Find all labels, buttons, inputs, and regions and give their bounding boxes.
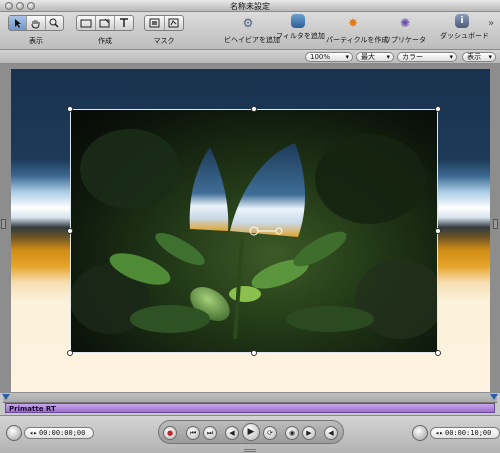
rectangle-icon bbox=[80, 19, 92, 27]
particles-icon: ✸ bbox=[347, 16, 359, 30]
gear-icon: ⚙ bbox=[242, 16, 254, 30]
out-point-marker-icon[interactable] bbox=[490, 394, 498, 400]
make-particles-button[interactable]: ✸ パーティクルを作成 bbox=[326, 14, 389, 45]
dashboard-label: ダッシュボード bbox=[440, 32, 489, 40]
record-button[interactable]: ● bbox=[163, 426, 177, 440]
make-particles-label: パーティクルを作成 bbox=[326, 36, 389, 44]
zoom-tool-button[interactable] bbox=[46, 16, 63, 30]
zoom-popup[interactable]: 100% bbox=[305, 52, 353, 62]
create-tools-group bbox=[76, 15, 134, 31]
arrow-pointer-icon bbox=[14, 18, 21, 28]
add-behavior-label: ビヘイビアを追加 bbox=[224, 36, 280, 44]
duration-field[interactable]: ◂▸ 00:00:10;00 bbox=[430, 427, 500, 439]
magnifier-icon bbox=[49, 18, 59, 28]
info-icon: i bbox=[455, 14, 469, 28]
hand-icon bbox=[31, 19, 40, 29]
view-tools-group bbox=[8, 15, 64, 31]
loop-button[interactable]: ⟳ bbox=[263, 426, 277, 440]
add-filter-button[interactable]: フィルタを追加 bbox=[276, 14, 325, 41]
title-bar: 名称未設定 bbox=[0, 0, 500, 12]
right-splitter-handle[interactable] bbox=[493, 219, 498, 229]
go-to-start-button[interactable]: ⏮ bbox=[186, 426, 200, 440]
canvas-area bbox=[0, 64, 500, 393]
bezier-mask-button[interactable] bbox=[165, 16, 184, 30]
text-t-icon bbox=[120, 18, 128, 27]
transform-handle-right[interactable] bbox=[435, 228, 441, 234]
rectangle-mask-icon bbox=[149, 18, 160, 28]
timecode-jog-right[interactable] bbox=[412, 425, 428, 441]
mute-button[interactable]: ◀ bbox=[324, 426, 338, 440]
duration-value: 00:00:10;00 bbox=[445, 429, 492, 437]
view-options-popup[interactable]: 表示 bbox=[462, 52, 496, 62]
dashboard-button[interactable]: i ダッシュボード bbox=[440, 14, 489, 41]
transform-handle-left[interactable] bbox=[67, 228, 73, 234]
text-tool-button[interactable] bbox=[115, 16, 133, 30]
stepper-arrows-icon: ◂▸ bbox=[435, 429, 444, 437]
clip-bar[interactable]: Primatte RT bbox=[5, 403, 495, 413]
replicate-button[interactable]: ✺ リプリケータ bbox=[384, 14, 426, 45]
step-forward-button[interactable]: ▶ bbox=[302, 426, 316, 440]
left-splitter-handle[interactable] bbox=[1, 219, 6, 229]
current-time-field[interactable]: ◂▸ 00:00:00;00 bbox=[24, 427, 94, 439]
window-title: 名称未設定 bbox=[230, 2, 270, 11]
channels-popup[interactable]: カラー bbox=[397, 52, 457, 62]
transform-handle-top[interactable] bbox=[251, 106, 257, 112]
replicate-label: リプリケータ bbox=[384, 36, 426, 44]
replicator-icon: ✺ bbox=[399, 16, 411, 30]
transport-bar: ◂▸ 00:00:00;00 ● ⏮ ⏭ ◀ ▶ ⟳ ◉ ▶ ◀ ◂▸ 00:0… bbox=[0, 415, 500, 453]
resize-grip-icon[interactable] bbox=[244, 449, 256, 452]
go-to-end-button[interactable]: ⏭ bbox=[203, 426, 217, 440]
selection-bounding-box bbox=[70, 109, 438, 353]
in-point-marker-icon[interactable] bbox=[2, 394, 10, 400]
add-filter-label: フィルタを追加 bbox=[276, 32, 325, 40]
transform-handle-top-right[interactable] bbox=[435, 106, 441, 112]
current-time-value: 00:00:00;00 bbox=[39, 429, 86, 437]
quality-popup[interactable]: 最大 bbox=[356, 52, 394, 62]
play-button[interactable]: ▶ bbox=[242, 423, 260, 441]
create-tools-label: 作成 bbox=[98, 37, 112, 45]
toolbar-overflow-icon[interactable]: » bbox=[488, 18, 494, 29]
canvas-options-bar: 100% 最大 カラー 表示 bbox=[0, 50, 500, 64]
add-behavior-button[interactable]: ⚙ ビヘイビアを追加 bbox=[224, 14, 280, 45]
pen-shape-icon bbox=[99, 18, 110, 28]
timeline-ruler[interactable] bbox=[3, 393, 497, 403]
stepper-arrows-icon: ◂▸ bbox=[29, 429, 38, 437]
rectangle-mask-button[interactable] bbox=[145, 16, 165, 30]
rectangle-tool-button[interactable] bbox=[77, 16, 96, 30]
step-back-button[interactable]: ◀ bbox=[225, 426, 239, 440]
clip-name: Primatte RT bbox=[9, 405, 56, 413]
audio-button[interactable]: ◉ bbox=[285, 426, 299, 440]
transform-handle-top-left[interactable] bbox=[67, 106, 73, 112]
filter-icon bbox=[291, 14, 305, 28]
toolbar: 表示 作成 マスク ⚙ ビヘイビアを追加 フィルタを追加 ✸ パーティクルを作成 bbox=[0, 12, 500, 50]
transform-handle-bottom-right[interactable] bbox=[435, 350, 441, 356]
pan-tool-button[interactable] bbox=[27, 16, 46, 30]
mask-tools-group bbox=[144, 15, 184, 31]
select-tool-button[interactable] bbox=[9, 16, 28, 30]
timecode-jog-left[interactable] bbox=[6, 425, 22, 441]
bezier-tool-button[interactable] bbox=[96, 16, 115, 30]
view-tools-label: 表示 bbox=[29, 37, 43, 45]
bezier-mask-icon bbox=[168, 18, 179, 28]
transform-handle-bottom[interactable] bbox=[251, 350, 257, 356]
transform-handle-bottom-left[interactable] bbox=[67, 350, 73, 356]
mini-timeline: Primatte RT bbox=[0, 393, 500, 415]
canvas[interactable] bbox=[11, 69, 490, 392]
mask-tools-label: マスク bbox=[153, 37, 175, 45]
